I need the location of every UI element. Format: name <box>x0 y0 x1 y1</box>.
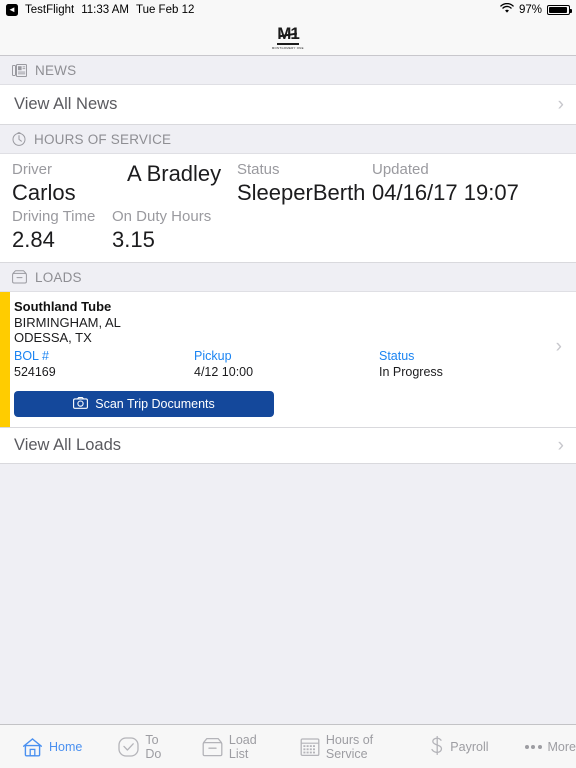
tab-load-list-label: Load List <box>228 732 257 761</box>
load-field-status: Status In Progress <box>379 348 556 380</box>
nav-bar: M1 MONTGOMERY ONE <box>0 20 576 56</box>
tab-load-list[interactable]: Load List <box>202 733 264 761</box>
hos-primary-row: Driver Carlos A Bradley Status SleeperBe… <box>0 160 576 207</box>
view-all-news-label: View All News <box>14 95 118 113</box>
ellipsis-icon <box>524 744 542 749</box>
hos-on-duty-hours-value: 3.15 <box>112 227 155 252</box>
hos-driver-lastname: A Bradley <box>127 161 222 186</box>
load-status-value: In Progress <box>379 365 443 379</box>
load-detail-columns: BOL # 524169 Pickup 4/12 10:00 Status In… <box>14 348 556 380</box>
view-all-loads-row[interactable]: View All Loads › <box>0 428 576 464</box>
wifi-icon <box>500 2 514 17</box>
tab-bar: Home To Do Load List Hours of Service Pa… <box>0 724 576 768</box>
load-card[interactable]: Southland Tube BIRMINGHAM, AL ODESSA, TX… <box>0 292 576 428</box>
status-bar-left: ◄ TestFlight 11:33 AM Tue Feb 12 <box>6 4 194 16</box>
load-pickup-header: Pickup <box>194 349 232 363</box>
status-bar-time: 11:33 AM <box>81 4 129 16</box>
hos-status-label: Status <box>237 161 280 178</box>
tab-payroll[interactable]: Payroll <box>430 736 489 757</box>
clock-icon <box>12 132 26 146</box>
chevron-right-icon: › <box>557 94 564 115</box>
camera-icon <box>73 396 89 412</box>
view-all-loads-label: View All Loads <box>14 436 122 454</box>
hos-field-updated: Updated 04/16/17 19:07 <box>372 160 552 207</box>
hos-field-driving-time: Driving Time 2.84 <box>12 207 112 254</box>
load-field-pickup: Pickup 4/12 10:00 <box>194 348 379 380</box>
hos-on-duty-hours-label: On Duty Hours <box>112 208 212 225</box>
section-header-hours-of-service: HOURS OF SERVICE <box>0 125 576 154</box>
load-field-bol: BOL # 524169 <box>14 348 194 380</box>
hos-updated-value: 04/16/17 19:07 <box>372 180 519 205</box>
view-all-news-row[interactable]: View All News › <box>0 85 576 125</box>
load-bol-value: 524169 <box>14 365 56 379</box>
hos-field-driver-lastname: A Bradley <box>127 160 237 207</box>
box-icon <box>12 270 27 284</box>
dollar-icon <box>430 736 444 757</box>
battery-percent-label: 97% <box>518 4 542 16</box>
tab-more[interactable]: More <box>524 739 576 754</box>
hos-secondary-row: Driving Time 2.84 On Duty Hours 3.15 <box>0 207 576 254</box>
tab-hours-of-service[interactable]: Hours of Service <box>300 733 394 761</box>
app-logo: M1 MONTGOMERY ONE <box>271 25 305 50</box>
app-root: ◄ TestFlight 11:33 AM Tue Feb 12 97% M1 … <box>0 0 576 768</box>
logo-mark-text: M1 <box>277 24 300 46</box>
load-destination: ODESSA, TX <box>14 330 92 345</box>
section-header-news: NEWS <box>0 56 576 85</box>
load-card-body: Southland Tube BIRMINGHAM, AL ODESSA, TX… <box>10 292 556 427</box>
hos-status-value: SleeperBerth <box>237 180 366 205</box>
hours-of-service-card[interactable]: Driver Carlos A Bradley Status SleeperBe… <box>0 154 576 263</box>
load-card-chevron: › <box>556 292 576 427</box>
status-bar: ◄ TestFlight 11:33 AM Tue Feb 12 97% <box>0 0 576 20</box>
load-customer-name: Southland Tube <box>14 299 112 314</box>
checkmark-circle-icon <box>118 736 139 757</box>
tab-hours-of-service-label: Hours of Service <box>325 732 374 761</box>
section-header-loads: LOADS <box>0 263 576 292</box>
battery-icon <box>547 5 572 15</box>
load-pickup-value: 4/12 10:00 <box>194 365 254 379</box>
tab-home-label: Home <box>49 739 83 754</box>
load-status-stripe <box>0 292 10 427</box>
section-header-news-label: NEWS <box>35 62 77 78</box>
tab-more-label: More <box>547 739 576 754</box>
load-status-header: Status <box>379 349 415 363</box>
scan-trip-documents-button[interactable]: Scan Trip Documents <box>14 391 274 417</box>
section-header-loads-label: LOADS <box>35 269 82 285</box>
hos-driver-label: Driver <box>12 161 52 178</box>
scan-trip-documents-label: Scan Trip Documents <box>95 397 215 411</box>
logo-subtitle-text: MONTGOMERY ONE <box>272 45 304 50</box>
hos-field-driver: Driver Carlos <box>12 160 127 207</box>
tab-payroll-label: Payroll <box>450 739 489 754</box>
status-bar-back-app[interactable]: TestFlight <box>25 4 74 16</box>
hos-field-on-duty-hours: On Duty Hours 3.15 <box>112 207 262 254</box>
chevron-right-icon: › <box>555 336 562 357</box>
load-origin: BIRMINGHAM, AL <box>14 315 121 330</box>
hos-driving-time-value: 2.84 <box>12 227 55 252</box>
back-chevron-icon[interactable]: ◄ <box>6 4 18 16</box>
newspaper-icon <box>12 63 27 77</box>
hos-driver-firstname: Carlos <box>12 180 76 205</box>
hos-field-status: Status SleeperBerth <box>237 160 372 207</box>
tab-home[interactable]: Home <box>22 737 82 757</box>
box-icon <box>202 737 223 757</box>
status-bar-right: 97% <box>500 2 572 17</box>
chevron-right-icon: › <box>557 435 564 456</box>
home-icon <box>22 737 43 757</box>
calendar-icon <box>300 737 320 757</box>
tab-to-do-label: To Do <box>145 732 162 761</box>
section-header-hos-label: HOURS OF SERVICE <box>34 131 172 147</box>
tab-to-do[interactable]: To Do <box>118 733 166 761</box>
hos-updated-label: Updated <box>372 161 429 178</box>
main-content: NEWS View All News › HOURS OF SERVICE Dr… <box>0 56 576 724</box>
load-bol-header: BOL # <box>14 349 49 363</box>
hos-driving-time-label: Driving Time <box>12 208 96 225</box>
status-bar-date: Tue Feb 12 <box>135 4 195 16</box>
